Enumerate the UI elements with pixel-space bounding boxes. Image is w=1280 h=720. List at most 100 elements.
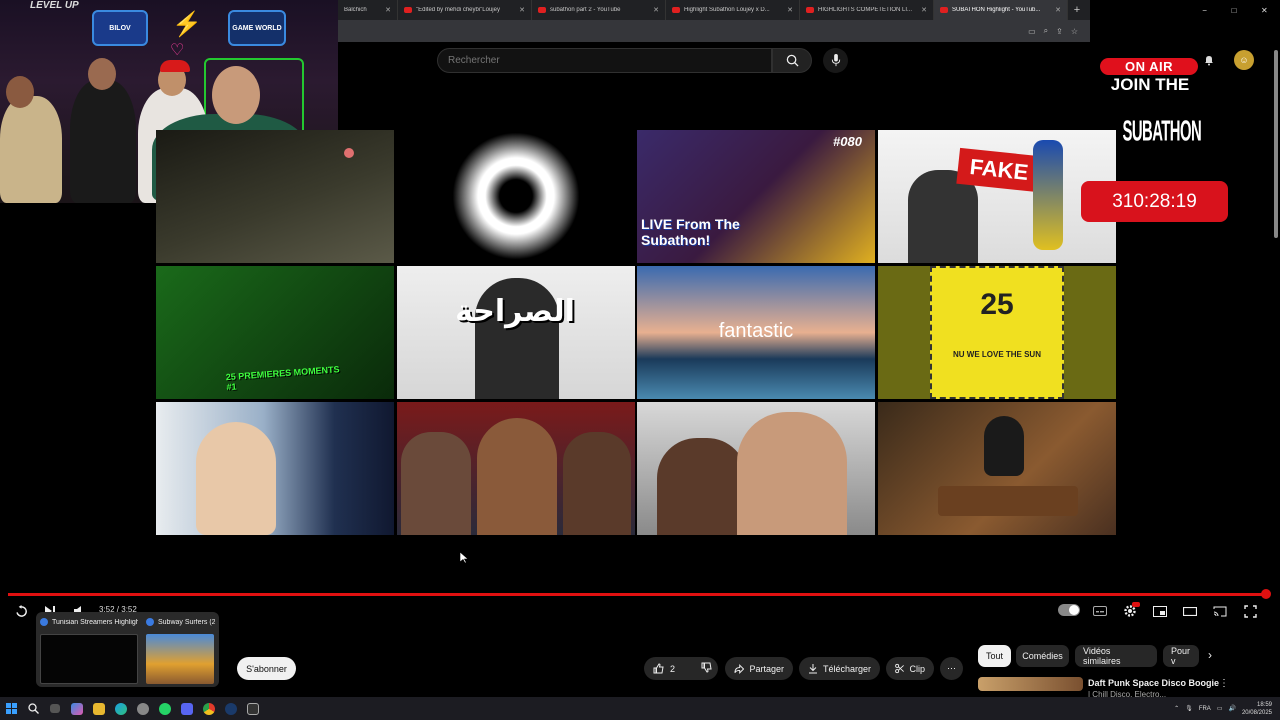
video-menu-icon[interactable]: ⋮ <box>1219 678 1229 689</box>
video-thumbnail[interactable]: 25 PREMIERES MOMENTS #1 <box>156 266 394 399</box>
chip-for-you[interactable]: Pour v <box>1163 645 1199 667</box>
subtitles-button[interactable] <box>1090 602 1110 620</box>
taskbar-search-button[interactable] <box>22 697 44 720</box>
streamer-1-head <box>6 76 34 108</box>
theater-mode-button[interactable] <box>1180 602 1200 620</box>
episode-badge: #080 <box>833 134 862 149</box>
microphone-tray-icon[interactable]: 🎙 <box>1185 705 1193 712</box>
subscribe-button[interactable]: S'abonner <box>237 657 296 680</box>
join-the-text: JOIN THE <box>1110 75 1190 94</box>
settings-button[interactable] <box>1120 602 1140 620</box>
desk <box>938 486 1078 516</box>
maximize-button[interactable]: □ <box>1232 6 1237 15</box>
ring-graphic <box>452 132 580 260</box>
video-thumbnail[interactable] <box>397 130 635 263</box>
notifications-bell-icon[interactable] <box>1204 54 1214 66</box>
chip-all[interactable]: Tout <box>978 645 1011 667</box>
chrome-icon <box>203 702 215 715</box>
video-thumbnail[interactable]: 25 NU WE LOVE THE SUN <box>878 266 1116 399</box>
cast-button[interactable] <box>1210 602 1230 620</box>
download-button[interactable]: Télécharger <box>799 657 880 680</box>
close-tab-icon[interactable]: ✕ <box>519 6 525 14</box>
minimize-button[interactable]: − <box>1202 6 1207 15</box>
task-view-button[interactable] <box>44 697 66 720</box>
video-thumbnail[interactable] <box>156 130 394 263</box>
youtube-icon <box>940 7 948 13</box>
account-avatar[interactable]: ☺ <box>1234 50 1254 70</box>
browser-tab[interactable]: HIGHLIGHTS COMPETETION LI... ✕ <box>800 0 934 20</box>
network-icon[interactable]: ▭ <box>1217 705 1223 712</box>
copilot-button[interactable] <box>66 697 88 720</box>
clip-label: Clip <box>909 663 925 674</box>
search-box[interactable] <box>437 48 772 73</box>
close-tab-icon[interactable]: ✕ <box>921 6 927 14</box>
task-view-icon <box>50 704 60 713</box>
close-window-button[interactable]: ✕ <box>1261 6 1268 15</box>
autoplay-toggle[interactable] <box>1058 604 1080 616</box>
video-thumbnail[interactable] <box>397 402 635 535</box>
close-tab-icon[interactable]: ✕ <box>385 6 391 14</box>
clock[interactable]: 18:59 20/08/2025 <box>1242 701 1272 717</box>
taskbar-preview[interactable]: Tunisian Streamers Highligh... <box>36 612 142 687</box>
preview-title: Subway Surfers (2... <box>158 618 215 626</box>
hd-badge <box>1132 602 1140 607</box>
youtube-icon <box>672 7 680 13</box>
video-progress-bar[interactable] <box>8 593 1267 596</box>
speaker-icon[interactable]: 🔊 <box>1228 705 1235 712</box>
tray-chevron-icon[interactable]: ⌃ <box>1174 705 1179 712</box>
browser-tab[interactable]: "Edited by mehdi cheybi"Loujey ✕ <box>398 0 532 20</box>
close-tab-icon[interactable]: ✕ <box>787 6 793 14</box>
steam-button[interactable] <box>220 697 242 720</box>
on-air-badge: ON AIR <box>1100 58 1198 75</box>
scrollbar-thumb[interactable] <box>1274 50 1278 238</box>
discord-button[interactable] <box>176 697 198 720</box>
browser-tab[interactable]: Balchich ✕ <box>338 0 398 20</box>
person-figure <box>737 412 847 535</box>
chip-comedies[interactable]: Comédies <box>1016 645 1069 667</box>
search-input[interactable] <box>448 55 761 66</box>
close-tab-icon[interactable]: ✕ <box>653 6 659 14</box>
bookmark-star-icon[interactable]: ☆ <box>1071 27 1078 36</box>
chips-next-chevron-icon[interactable]: › <box>1208 648 1212 662</box>
video-thumbnail[interactable]: #080 LIVE From The Subathon! <box>637 130 875 263</box>
file-explorer-button[interactable] <box>88 697 110 720</box>
whatsapp-button[interactable] <box>154 697 176 720</box>
video-thumbnail[interactable] <box>878 402 1116 535</box>
close-tab-icon[interactable]: ✕ <box>1055 6 1061 14</box>
chrome-button[interactable] <box>198 697 220 720</box>
man-figure <box>563 432 631 535</box>
video-thumbnail[interactable]: الصراحة <box>397 266 635 399</box>
share-button[interactable]: Partager <box>725 657 793 680</box>
cast-icon[interactable]: ▭ <box>1028 27 1036 36</box>
new-tab-button[interactable]: + <box>1068 4 1086 16</box>
browser-tab[interactable]: Highlight Subathon Loujey x D... ✕ <box>666 0 800 20</box>
fullscreen-button[interactable] <box>1240 602 1260 620</box>
language-indicator[interactable]: FRA <box>1199 706 1211 712</box>
share-icon[interactable]: ⇪ <box>1056 27 1063 36</box>
browser-tab[interactable]: subathon part 2 - YouTube ✕ <box>532 0 666 20</box>
app-button[interactable] <box>132 697 154 720</box>
chip-similar-videos[interactable]: Vidéos similaires <box>1075 645 1157 667</box>
video-thumbnail[interactable] <box>637 402 875 535</box>
start-button[interactable] <box>0 697 22 720</box>
thumbnail-title: fantastic <box>718 320 794 342</box>
edge-button[interactable] <box>110 697 132 720</box>
progress-scrubber[interactable] <box>1261 589 1271 599</box>
video-thumbnail[interactable]: fantastic <box>637 266 875 399</box>
dislike-button[interactable] <box>701 662 712 675</box>
miniplayer-button[interactable] <box>1150 602 1170 620</box>
like-button[interactable]: 2 <box>653 663 675 674</box>
search-button[interactable] <box>772 48 812 73</box>
recommended-video-thumbnail[interactable] <box>978 677 1083 691</box>
voice-search-button[interactable] <box>823 48 848 73</box>
clock-time: 18:59 <box>1256 701 1272 708</box>
zoom-icon[interactable]: ⌕ <box>1044 26 1048 36</box>
taskbar-preview[interactable]: Subway Surfers (2... <box>142 612 219 687</box>
replay-button[interactable] <box>12 602 30 620</box>
clip-button[interactable]: Clip <box>886 657 934 680</box>
video-thumbnail[interactable] <box>156 402 394 535</box>
more-actions-button[interactable]: ⋯ <box>940 657 963 680</box>
browser-tab-active[interactable]: SUBATHON Highlight - YouTub... ✕ <box>934 0 1068 20</box>
recommended-video-title[interactable]: Daft Punk Space Disco Boogie <box>1088 678 1219 688</box>
app-button[interactable] <box>242 697 264 720</box>
